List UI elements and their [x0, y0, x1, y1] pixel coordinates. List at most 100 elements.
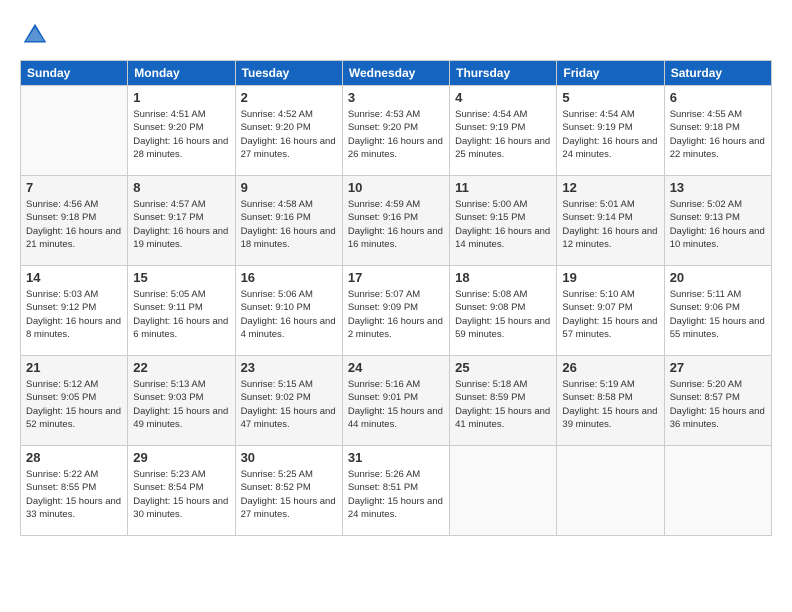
day-number: 5	[562, 90, 658, 105]
calendar-cell: 22 Sunrise: 5:13 AMSunset: 9:03 PMDayligh…	[128, 356, 235, 446]
day-number: 8	[133, 180, 229, 195]
day-number: 6	[670, 90, 766, 105]
calendar-cell	[557, 446, 664, 536]
calendar-cell: 7 Sunrise: 4:56 AMSunset: 9:18 PMDaylight…	[21, 176, 128, 266]
calendar-cell: 12Sunrise: 5:01 AMSunset: 9:14 PMDayligh…	[557, 176, 664, 266]
day-number: 15	[133, 270, 229, 285]
weekday-header-friday: Friday	[557, 61, 664, 86]
calendar-week-row: 21 Sunrise: 5:12 AMSunset: 9:05 PMDayligh…	[21, 356, 772, 446]
day-number: 21	[26, 360, 122, 375]
day-info: Sunrise: 5:13 AMSunset: 9:03 PMDaylight:…	[133, 378, 229, 431]
day-info: Sunrise: 5:25 AMSunset: 8:52 PMDaylight:…	[241, 468, 337, 521]
day-info: Sunrise: 4:59 AMSunset: 9:16 PMDaylight:…	[348, 198, 444, 251]
day-info: Sunrise: 5:05 AMSunset: 9:11 PMDaylight:…	[133, 288, 229, 341]
day-info: Sunrise: 5:16 AMSunset: 9:01 PMDaylight:…	[348, 378, 444, 431]
calendar-cell: 20 Sunrise: 5:11 AMSunset: 9:06 PMDayligh…	[664, 266, 771, 356]
calendar-cell: 10Sunrise: 4:59 AMSunset: 9:16 PMDayligh…	[342, 176, 449, 266]
calendar-cell: 17 Sunrise: 5:07 AMSunset: 9:09 PMDayligh…	[342, 266, 449, 356]
calendar-cell: 21 Sunrise: 5:12 AMSunset: 9:05 PMDayligh…	[21, 356, 128, 446]
day-number: 22	[133, 360, 229, 375]
calendar-cell: 13 Sunrise: 5:02 AMSunset: 9:13 PMDayligh…	[664, 176, 771, 266]
calendar-week-row: 14 Sunrise: 5:03 AMSunset: 9:12 PMDayligh…	[21, 266, 772, 356]
calendar-cell: 27Sunrise: 5:20 AMSunset: 8:57 PMDayligh…	[664, 356, 771, 446]
day-info: Sunrise: 5:06 AMSunset: 9:10 PMDaylight:…	[241, 288, 337, 341]
calendar-cell: 14 Sunrise: 5:03 AMSunset: 9:12 PMDayligh…	[21, 266, 128, 356]
day-number: 11	[455, 180, 551, 195]
calendar-cell: 31 Sunrise: 5:26 AMSunset: 8:51 PMDayligh…	[342, 446, 449, 536]
calendar-cell	[450, 446, 557, 536]
calendar-cell: 26 Sunrise: 5:19 AMSunset: 8:58 PMDayligh…	[557, 356, 664, 446]
day-info: Sunrise: 5:12 AMSunset: 9:05 PMDaylight:…	[26, 378, 122, 431]
calendar-cell: 24 Sunrise: 5:16 AMSunset: 9:01 PMDayligh…	[342, 356, 449, 446]
day-info: Sunrise: 5:15 AMSunset: 9:02 PMDaylight:…	[241, 378, 337, 431]
day-info: Sunrise: 5:07 AMSunset: 9:09 PMDaylight:…	[348, 288, 444, 341]
calendar-cell	[21, 86, 128, 176]
day-number: 20	[670, 270, 766, 285]
calendar-cell: 18Sunrise: 5:08 AMSunset: 9:08 PMDayligh…	[450, 266, 557, 356]
day-info: Sunrise: 5:02 AMSunset: 9:13 PMDaylight:…	[670, 198, 766, 251]
weekday-header-row: SundayMondayTuesdayWednesdayThursdayFrid…	[21, 61, 772, 86]
day-number: 3	[348, 90, 444, 105]
day-info: Sunrise: 4:54 AMSunset: 9:19 PMDaylight:…	[455, 108, 551, 161]
day-number: 16	[241, 270, 337, 285]
day-info: Sunrise: 5:18 AMSunset: 8:59 PMDaylight:…	[455, 378, 551, 431]
day-info: Sunrise: 4:51 AMSunset: 9:20 PMDaylight:…	[133, 108, 229, 161]
weekday-header-monday: Monday	[128, 61, 235, 86]
day-number: 31	[348, 450, 444, 465]
day-number: 12	[562, 180, 658, 195]
weekday-header-sunday: Sunday	[21, 61, 128, 86]
day-info: Sunrise: 5:10 AMSunset: 9:07 PMDaylight:…	[562, 288, 658, 341]
calendar-cell: 11 Sunrise: 5:00 AMSunset: 9:15 PMDayligh…	[450, 176, 557, 266]
day-info: Sunrise: 5:26 AMSunset: 8:51 PMDaylight:…	[348, 468, 444, 521]
calendar-week-row: 28 Sunrise: 5:22 AMSunset: 8:55 PMDayligh…	[21, 446, 772, 536]
calendar-cell: 1 Sunrise: 4:51 AMSunset: 9:20 PMDaylight…	[128, 86, 235, 176]
day-number: 7	[26, 180, 122, 195]
day-number: 1	[133, 90, 229, 105]
day-info: Sunrise: 4:58 AMSunset: 9:16 PMDaylight:…	[241, 198, 337, 251]
calendar-cell: 23Sunrise: 5:15 AMSunset: 9:02 PMDayligh…	[235, 356, 342, 446]
calendar-cell: 29 Sunrise: 5:23 AMSunset: 8:54 PMDayligh…	[128, 446, 235, 536]
calendar-cell: 19 Sunrise: 5:10 AMSunset: 9:07 PMDayligh…	[557, 266, 664, 356]
day-info: Sunrise: 4:52 AMSunset: 9:20 PMDaylight:…	[241, 108, 337, 161]
day-number: 29	[133, 450, 229, 465]
calendar-cell: 4 Sunrise: 4:54 AMSunset: 9:19 PMDaylight…	[450, 86, 557, 176]
calendar-cell: 3Sunrise: 4:53 AMSunset: 9:20 PMDaylight…	[342, 86, 449, 176]
day-number: 14	[26, 270, 122, 285]
weekday-header-saturday: Saturday	[664, 61, 771, 86]
calendar-cell: 25 Sunrise: 5:18 AMSunset: 8:59 PMDayligh…	[450, 356, 557, 446]
day-info: Sunrise: 5:00 AMSunset: 9:15 PMDaylight:…	[455, 198, 551, 251]
day-number: 26	[562, 360, 658, 375]
calendar-cell: 16 Sunrise: 5:06 AMSunset: 9:10 PMDayligh…	[235, 266, 342, 356]
day-info: Sunrise: 5:11 AMSunset: 9:06 PMDaylight:…	[670, 288, 766, 341]
day-info: Sunrise: 5:20 AMSunset: 8:57 PMDaylight:…	[670, 378, 766, 431]
day-info: Sunrise: 4:56 AMSunset: 9:18 PMDaylight:…	[26, 198, 122, 251]
day-info: Sunrise: 5:03 AMSunset: 9:12 PMDaylight:…	[26, 288, 122, 341]
calendar-cell: 28 Sunrise: 5:22 AMSunset: 8:55 PMDayligh…	[21, 446, 128, 536]
logo	[20, 20, 54, 50]
calendar-cell: 8Sunrise: 4:57 AMSunset: 9:17 PMDaylight…	[128, 176, 235, 266]
day-number: 17	[348, 270, 444, 285]
calendar-week-row: 7 Sunrise: 4:56 AMSunset: 9:18 PMDaylight…	[21, 176, 772, 266]
day-number: 19	[562, 270, 658, 285]
day-number: 13	[670, 180, 766, 195]
page-header	[20, 20, 772, 50]
calendar-week-row: 1 Sunrise: 4:51 AMSunset: 9:20 PMDaylight…	[21, 86, 772, 176]
day-info: Sunrise: 4:54 AMSunset: 9:19 PMDaylight:…	[562, 108, 658, 161]
calendar-cell: 5 Sunrise: 4:54 AMSunset: 9:19 PMDaylight…	[557, 86, 664, 176]
day-number: 24	[348, 360, 444, 375]
day-number: 18	[455, 270, 551, 285]
day-info: Sunrise: 5:19 AMSunset: 8:58 PMDaylight:…	[562, 378, 658, 431]
calendar-cell: 9 Sunrise: 4:58 AMSunset: 9:16 PMDaylight…	[235, 176, 342, 266]
day-number: 2	[241, 90, 337, 105]
day-number: 25	[455, 360, 551, 375]
day-info: Sunrise: 5:23 AMSunset: 8:54 PMDaylight:…	[133, 468, 229, 521]
day-info: Sunrise: 4:55 AMSunset: 9:18 PMDaylight:…	[670, 108, 766, 161]
day-number: 4	[455, 90, 551, 105]
day-number: 28	[26, 450, 122, 465]
weekday-header-tuesday: Tuesday	[235, 61, 342, 86]
day-number: 9	[241, 180, 337, 195]
calendar-cell: 30Sunrise: 5:25 AMSunset: 8:52 PMDayligh…	[235, 446, 342, 536]
day-info: Sunrise: 5:22 AMSunset: 8:55 PMDaylight:…	[26, 468, 122, 521]
weekday-header-wednesday: Wednesday	[342, 61, 449, 86]
calendar-cell: 6 Sunrise: 4:55 AMSunset: 9:18 PMDaylight…	[664, 86, 771, 176]
